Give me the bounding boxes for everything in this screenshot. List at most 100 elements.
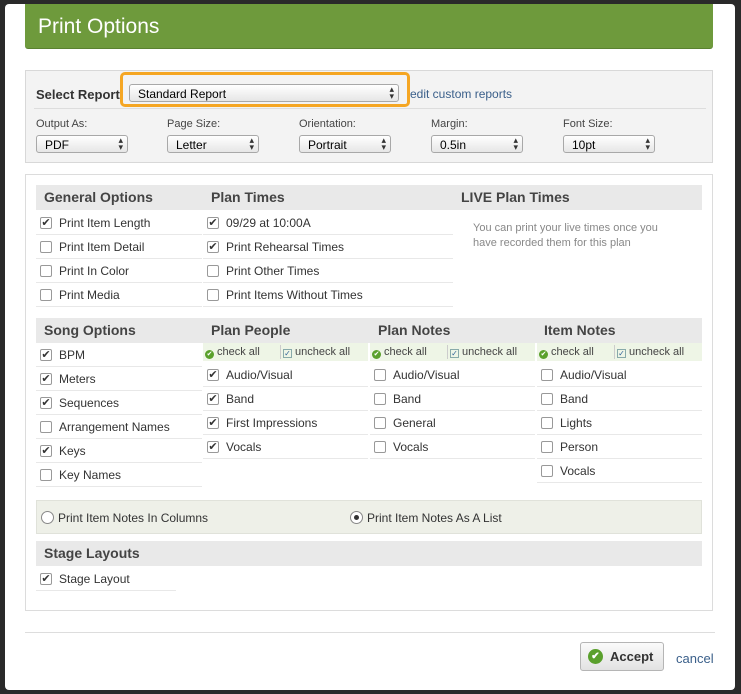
checkbox[interactable] bbox=[40, 289, 52, 301]
plan-notes-item[interactable]: General bbox=[370, 411, 535, 435]
uncheck-all-link[interactable]: ✓ uncheck all bbox=[617, 343, 684, 361]
option-label: 09/29 at 10:00A bbox=[226, 216, 311, 230]
edit-custom-reports-link[interactable]: edit custom reports bbox=[410, 87, 512, 101]
plan-time-item[interactable]: Print Other Times bbox=[203, 259, 453, 283]
plan-people-item[interactable]: ✔ Band bbox=[203, 387, 368, 411]
checkbox[interactable] bbox=[40, 241, 52, 253]
item-notes-item[interactable]: Audio/Visual bbox=[537, 363, 702, 387]
columns-radio-label[interactable]: Print Item Notes In Columns bbox=[58, 511, 208, 525]
plan-time-item[interactable]: Print Items Without Times bbox=[203, 283, 453, 307]
checkbox[interactable] bbox=[207, 265, 219, 277]
general-option-item[interactable]: Print Media bbox=[36, 283, 202, 307]
option-label: Audio/Visual bbox=[560, 368, 627, 382]
option-label: Stage Layout bbox=[59, 572, 130, 586]
check-all-text: check all bbox=[551, 346, 594, 358]
item-notes-item[interactable]: Lights bbox=[537, 411, 702, 435]
checkbox[interactable]: ✔ bbox=[207, 217, 219, 229]
columns-radio[interactable] bbox=[41, 511, 54, 524]
plan-people-item[interactable]: ✔ First Impressions bbox=[203, 411, 368, 435]
song-option-item[interactable]: Key Names bbox=[36, 463, 202, 487]
select-arrows-icon: ▴ ▾ bbox=[249, 135, 254, 152]
font-size-select[interactable]: 10pt ▴ ▾ bbox=[563, 135, 655, 153]
general-option-item[interactable]: ✔ Print Item Length bbox=[36, 211, 202, 235]
checkbox[interactable] bbox=[541, 465, 553, 477]
plan-people-item[interactable]: ✔ Vocals bbox=[203, 435, 368, 459]
general-option-item[interactable]: Print In Color bbox=[36, 259, 202, 283]
uncheck-all-link[interactable]: ✓ uncheck all bbox=[450, 343, 517, 361]
check-all-link[interactable]: ✔ check all bbox=[539, 343, 594, 361]
divider bbox=[280, 345, 281, 359]
checkbox-icon: ✓ bbox=[617, 349, 626, 358]
option-label: Print Items Without Times bbox=[226, 288, 363, 302]
plan-notes-item[interactable]: Vocals bbox=[370, 435, 535, 459]
checkbox[interactable]: ✔ bbox=[40, 397, 52, 409]
song-option-item[interactable]: Arrangement Names bbox=[36, 415, 202, 439]
checkbox[interactable] bbox=[374, 369, 386, 381]
list-radio-label[interactable]: Print Item Notes As A List bbox=[367, 511, 502, 525]
check-icon: ✔ bbox=[205, 350, 214, 359]
checkbox[interactable] bbox=[541, 417, 553, 429]
uncheck-all-link[interactable]: ✓ uncheck all bbox=[283, 343, 350, 361]
checkbox[interactable]: ✔ bbox=[40, 373, 52, 385]
item-notes-item[interactable]: Vocals bbox=[537, 459, 702, 483]
checkbox[interactable] bbox=[541, 369, 553, 381]
margin-select[interactable]: 0.5in ▴ ▾ bbox=[431, 135, 523, 153]
plan-notes-item[interactable]: Audio/Visual bbox=[370, 363, 535, 387]
option-label: Print Other Times bbox=[226, 264, 320, 278]
checkbox[interactable]: ✔ bbox=[207, 441, 219, 453]
plan-people-item[interactable]: ✔ Audio/Visual bbox=[203, 363, 368, 387]
checkbox[interactable]: ✔ bbox=[207, 241, 219, 253]
uncheck-all-text: uncheck all bbox=[295, 346, 351, 358]
checkbox[interactable] bbox=[374, 441, 386, 453]
checkbox[interactable]: ✔ bbox=[207, 369, 219, 381]
song-option-item[interactable]: ✔ Keys bbox=[36, 439, 202, 463]
checkbox[interactable] bbox=[374, 393, 386, 405]
checkbox[interactable] bbox=[541, 393, 553, 405]
orientation-select[interactable]: Portrait ▴ ▾ bbox=[299, 135, 391, 153]
print-options-dialog: Print Options Select Report Standard Rep… bbox=[5, 4, 735, 690]
checkbox[interactable] bbox=[40, 469, 52, 481]
checkbox[interactable]: ✔ bbox=[207, 417, 219, 429]
checkbox[interactable]: ✔ bbox=[40, 573, 52, 585]
checkbox[interactable]: ✔ bbox=[40, 217, 52, 229]
check-all-link[interactable]: ✔ check all bbox=[372, 343, 427, 361]
select-arrows-icon: ▴ ▾ bbox=[389, 84, 394, 101]
plan-time-item[interactable]: ✔ 09/29 at 10:00A bbox=[203, 211, 453, 235]
item-notes-item[interactable]: Person bbox=[537, 435, 702, 459]
checkbox[interactable] bbox=[40, 421, 52, 433]
plan-notes-item[interactable]: Band bbox=[370, 387, 535, 411]
font-size-value: 10pt bbox=[572, 138, 596, 152]
page-size-select[interactable]: Letter ▴ ▾ bbox=[167, 135, 259, 153]
checkbox[interactable]: ✔ bbox=[40, 445, 52, 457]
checkbox[interactable] bbox=[374, 417, 386, 429]
radio-selected-dot bbox=[354, 515, 359, 520]
option-label: Vocals bbox=[226, 440, 262, 454]
checkbox[interactable] bbox=[207, 289, 219, 301]
checkbox[interactable]: ✔ bbox=[207, 393, 219, 405]
option-label: Print Rehearsal Times bbox=[226, 240, 345, 254]
option-label: Print Media bbox=[59, 288, 120, 302]
output-as-select[interactable]: PDF ▴ ▾ bbox=[36, 135, 128, 153]
checkbox[interactable]: ✔ bbox=[40, 349, 52, 361]
divider bbox=[34, 108, 706, 109]
item-notes-item[interactable]: Band bbox=[537, 387, 702, 411]
stage-layout-item[interactable]: ✔ Stage Layout bbox=[36, 567, 176, 591]
checkbox[interactable] bbox=[40, 265, 52, 277]
check-all-link[interactable]: ✔ check all bbox=[205, 343, 260, 361]
report-select[interactable]: Standard Report ▴ ▾ bbox=[129, 84, 399, 102]
cancel-link[interactable]: cancel bbox=[676, 651, 714, 666]
plan-times-title: Plan Times bbox=[211, 189, 285, 205]
general-option-item[interactable]: Print Item Detail bbox=[36, 235, 202, 259]
song-option-item[interactable]: ✔ Sequences bbox=[36, 391, 202, 415]
report-settings-panel: Select Report Standard Report ▴ ▾ edit cu… bbox=[25, 70, 713, 163]
accept-button[interactable]: ✔ Accept bbox=[580, 642, 664, 671]
list-radio[interactable] bbox=[350, 511, 363, 524]
checkbox[interactable] bbox=[541, 441, 553, 453]
option-label: Band bbox=[560, 392, 589, 406]
plan-time-item[interactable]: ✔ Print Rehearsal Times bbox=[203, 235, 453, 259]
option-label: Vocals bbox=[393, 440, 429, 454]
song-option-item[interactable]: ✔ Meters bbox=[36, 367, 202, 391]
song-option-item[interactable]: ✔ BPM bbox=[36, 343, 202, 367]
select-arrows-icon: ▴ ▾ bbox=[513, 135, 518, 152]
option-label: Sequences bbox=[59, 396, 120, 410]
